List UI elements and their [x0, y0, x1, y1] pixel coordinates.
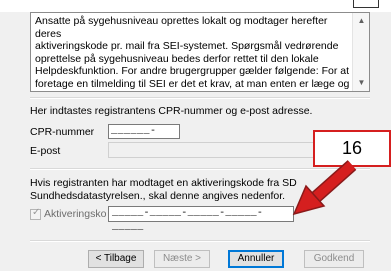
info-line: aktiveringskode pr. mail fra SEI-systeme…: [35, 40, 339, 52]
info-line: oprettelse på sygehusniveau bedes derfor…: [35, 52, 319, 65]
divider: [30, 240, 370, 242]
activation-line: Sundhedsdatastyrelsen., skal denne angiv…: [30, 189, 286, 202]
info-line: Helpdeskfunktion. For andre brugergruppe…: [35, 65, 350, 77]
divider: [30, 97, 370, 99]
back-button[interactable]: < Tilbage: [88, 250, 144, 268]
info-line: Ansatte på sygehusniveau oprettes lokalt…: [35, 15, 328, 40]
activation-line: Hvis registranten har modtaget en aktive…: [30, 177, 297, 189]
next-button[interactable]: Næste >: [154, 250, 210, 268]
cpr-input[interactable]: ______-____: [108, 124, 180, 150]
cancel-button[interactable]: Annuller: [228, 250, 284, 268]
scroll-up-icon[interactable]: ▲: [355, 15, 368, 27]
checkmark-icon: ✓: [32, 207, 41, 218]
finish-button[interactable]: Godkend: [304, 250, 364, 268]
email-label: E-post: [30, 145, 61, 157]
activation-instruction: Hvis registranten har modtaget en aktive…: [30, 177, 330, 202]
window-top-strip: [0, 0, 391, 12]
cpr-label: CPR-nummer: [30, 126, 95, 138]
activation-checkbox-label: Aktiveringsko: [44, 208, 107, 220]
activation-code-input[interactable]: _____-_____-_____-_____-_____: [108, 206, 294, 233]
callout-number-badge: 16: [313, 130, 391, 167]
top-right-frame: [353, 0, 379, 8]
scroll-down-icon[interactable]: ▼: [355, 77, 368, 89]
info-textbox[interactable]: Ansatte på sygehusniveau oprettes lokalt…: [30, 12, 370, 92]
info-line: foretage en tilmelding til SEI er det et…: [35, 77, 350, 90]
activation-checkbox[interactable]: ✓: [30, 207, 41, 220]
info-text: Ansatte på sygehusniveau oprettes lokalt…: [35, 15, 350, 90]
info-scrollbar[interactable]: ▲ ▼: [352, 13, 369, 91]
divider: [30, 168, 370, 170]
form-instruction: Her indtastes registrantens CPR-nummer o…: [30, 105, 313, 117]
